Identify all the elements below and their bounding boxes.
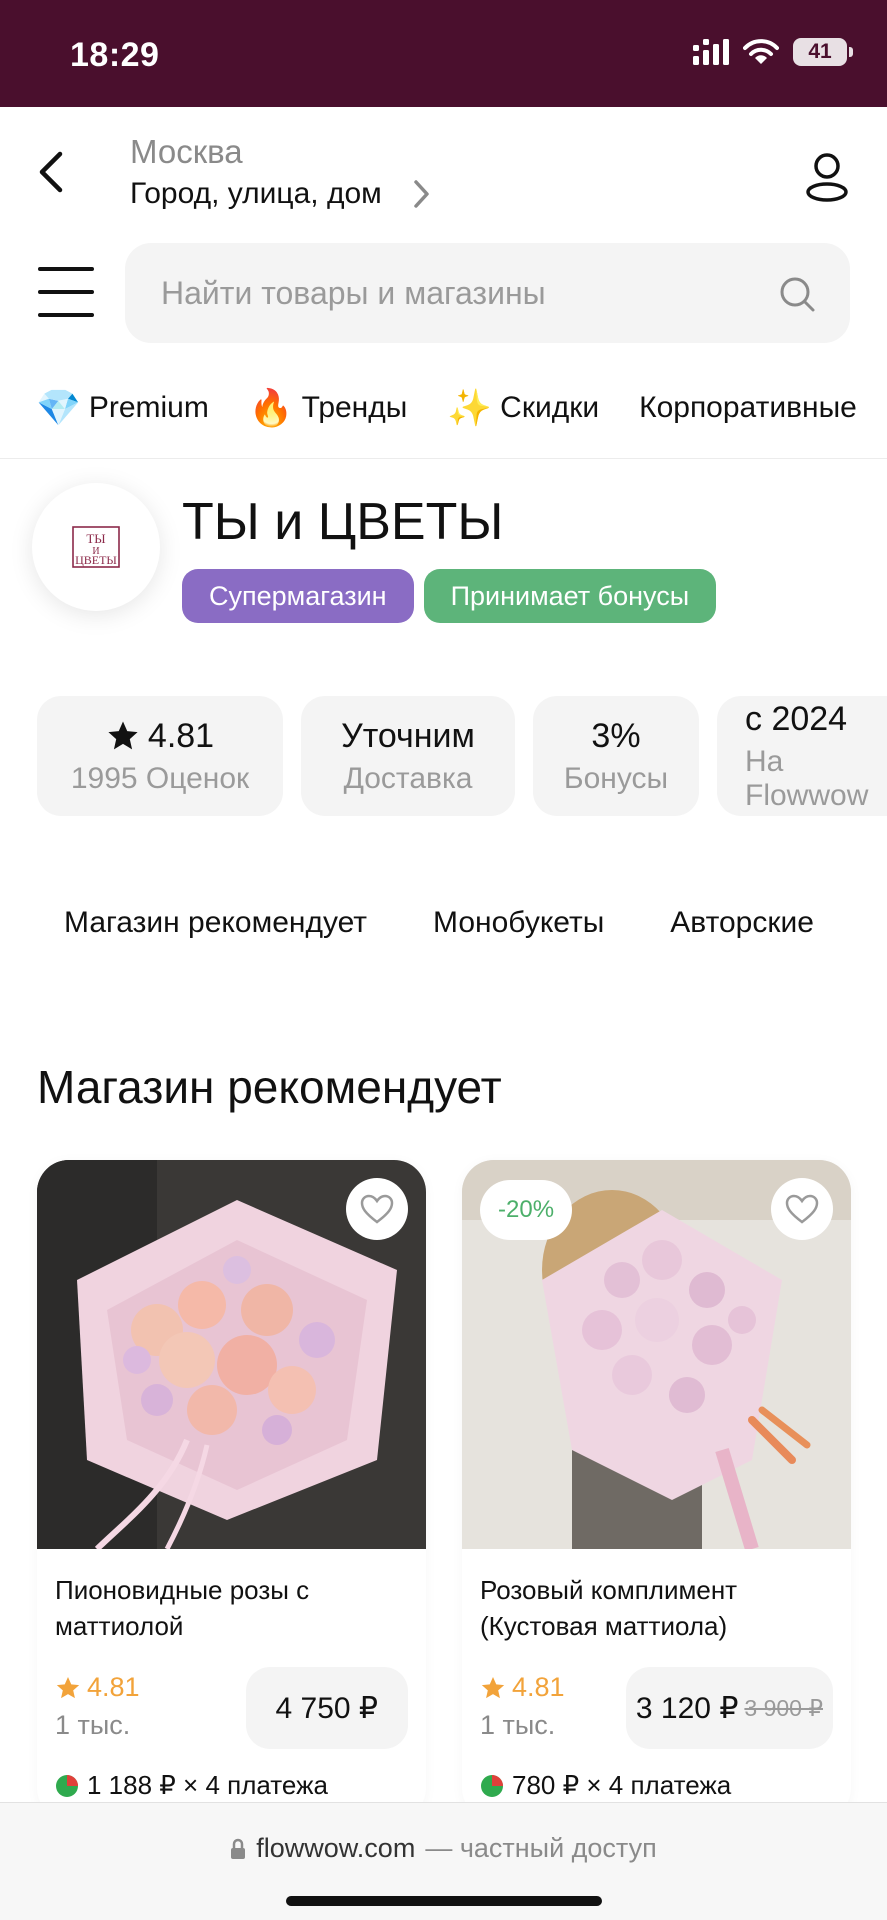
category-discounts[interactable]: ✨ Скидки [447, 387, 599, 429]
chevron-right-icon [414, 180, 429, 208]
url-bar[interactable]: flowwow.com — частный доступ [0, 1833, 887, 1864]
star-icon [108, 721, 138, 750]
stat-value: с 2024 [745, 699, 848, 738]
category-corporate[interactable]: Корпоративные [639, 391, 857, 425]
stat-rating[interactable]: 4.81 1995 Оценок [37, 696, 283, 816]
heart-icon [785, 1194, 819, 1224]
status-time: 18:29 [70, 36, 160, 74]
star-icon [56, 1676, 80, 1698]
header: Москва Город, улица, дом [0, 107, 887, 227]
category-premium[interactable]: 💎 Premium [36, 387, 209, 429]
diamond-icon: 💎 [36, 388, 81, 429]
product-rating: 4.81 [480, 1672, 565, 1703]
price: 3 120 ₽ [635, 1691, 739, 1725]
status-icons: 41 [693, 38, 853, 66]
product-rating: 4.81 [55, 1672, 140, 1703]
stat-value: 3% [591, 716, 641, 755]
home-indicator[interactable] [286, 1896, 602, 1906]
discount-badge: -20% [480, 1180, 573, 1240]
divider [0, 458, 887, 459]
status-bar: 18:29 41 [0, 0, 887, 107]
split-payment-icon [481, 1774, 503, 1797]
reviews-count: 1 тыс. [55, 1710, 131, 1740]
heart-icon [360, 1194, 394, 1224]
hamburger-icon-line [38, 313, 94, 317]
shop-logo[interactable]: ТЫ И ЦВЕТЫ [32, 483, 160, 611]
chevron-left-icon [39, 151, 63, 193]
search-icon[interactable] [778, 275, 816, 313]
product-image[interactable] [37, 1160, 426, 1549]
category-label: Скидки [500, 391, 600, 424]
accepts-bonuses-badge[interactable]: Принимает бонусы [423, 569, 717, 623]
installment-text: 1 188 ₽ × 4 платежа [87, 1770, 328, 1800]
stat-since[interactable]: с 2024 На Flowwow [717, 696, 887, 816]
city-label[interactable]: Москва [130, 133, 243, 171]
category-bar: 💎 Premium 🔥 Тренды ✨ Скидки Корпоративны… [36, 378, 887, 438]
installment-text: 780 ₽ × 4 платежа [512, 1770, 732, 1800]
shop-badges: Супермагазин Принимает бонусы [182, 569, 717, 623]
old-price: 3 900 ₽ [744, 1694, 823, 1721]
lock-icon [231, 1838, 246, 1859]
star-icon [481, 1676, 505, 1698]
stat-delivery[interactable]: Уточним Доставка [301, 696, 515, 816]
sparkles-icon: ✨ [447, 388, 493, 429]
favorite-button[interactable] [346, 1178, 408, 1240]
stat-label: На Flowwow [745, 744, 869, 812]
section-title: Магазин рекомендует [37, 1061, 502, 1113]
svg-text:ЦВЕТЫ: ЦВЕТЫ [75, 553, 117, 567]
svg-text:ТЫ: ТЫ [86, 531, 105, 546]
shop-stats: 4.81 1995 Оценок Уточним Доставка 3% Бон… [37, 696, 887, 816]
user-icon [806, 153, 848, 202]
rating-value: 4.81 [87, 1672, 140, 1702]
product-card[interactable]: Пионовидные розы с маттиолой 4.81 1 тыс.… [37, 1160, 426, 1820]
super-shop-badge[interactable]: Супермагазин [182, 569, 414, 623]
shop-name: ТЫ и ЦВЕТЫ [182, 493, 504, 551]
split-payment-icon [56, 1774, 78, 1797]
rating-value: 4.81 [512, 1672, 565, 1702]
price-box[interactable]: 4 750 ₽ [245, 1667, 408, 1749]
menu-button[interactable] [38, 267, 94, 317]
product-image[interactable]: -20% [462, 1160, 851, 1549]
stat-value: Уточним [341, 716, 475, 755]
price-box[interactable]: 3 120 ₽ 3 900 ₽ [625, 1667, 833, 1749]
back-button[interactable] [26, 147, 76, 197]
product-title[interactable]: Розовый комплимент (Кустовая маттиола) [480, 1572, 830, 1644]
fire-icon: 🔥 [248, 388, 294, 429]
category-label: Тренды [301, 391, 408, 424]
stat-label: 1995 Оценок [70, 761, 250, 795]
category-label: Корпоративные [639, 391, 857, 424]
product-title[interactable]: Пионовидные розы с маттиолой [55, 1572, 405, 1644]
installment-info: 1 188 ₽ × 4 платежа [55, 1770, 328, 1801]
installment-info: 780 ₽ × 4 платежа [480, 1770, 731, 1801]
section-tabs: Магазин рекомендует Монобукеты Авторские [64, 906, 887, 940]
private-access-note: — частный доступ [425, 1833, 657, 1863]
hamburger-icon-line [38, 290, 94, 294]
rating-value: 4.81 [147, 716, 215, 755]
stat-value: 4.81 [106, 717, 214, 756]
search-input[interactable] [161, 243, 761, 343]
url-domain: flowwow.com [256, 1833, 416, 1863]
hamburger-icon-line [38, 267, 94, 271]
battery-indicator: 41 [793, 38, 853, 66]
category-trends[interactable]: 🔥 Тренды [249, 387, 407, 429]
stat-bonuses[interactable]: 3% Бонусы [533, 696, 699, 816]
favorite-button[interactable] [771, 1178, 833, 1240]
address-label: Город, улица, дом [130, 177, 382, 210]
shop-logo-mark: ТЫ И ЦВЕТЫ [72, 526, 120, 568]
tab-author[interactable]: Авторские [670, 906, 814, 940]
wifi-icon [743, 39, 779, 64]
stat-label: Доставка [343, 761, 473, 795]
stat-label: Бонусы [563, 761, 669, 795]
profile-button[interactable] [797, 147, 857, 207]
reviews-count: 1 тыс. [480, 1710, 556, 1740]
browser-bar: flowwow.com — частный доступ [0, 1802, 887, 1920]
category-label: Premium [88, 391, 209, 424]
price: 4 750 ₽ [275, 1691, 379, 1725]
search-box[interactable] [125, 243, 850, 343]
cellular-signal-icon [693, 39, 729, 65]
address-selector[interactable]: Город, улица, дом [130, 177, 430, 211]
tab-recommended[interactable]: Магазин рекомендует [64, 906, 367, 940]
tab-monobouquets[interactable]: Монобукеты [433, 906, 604, 940]
product-card[interactable]: -20% Розовый комплимент (Кустовая маттио… [462, 1160, 851, 1820]
